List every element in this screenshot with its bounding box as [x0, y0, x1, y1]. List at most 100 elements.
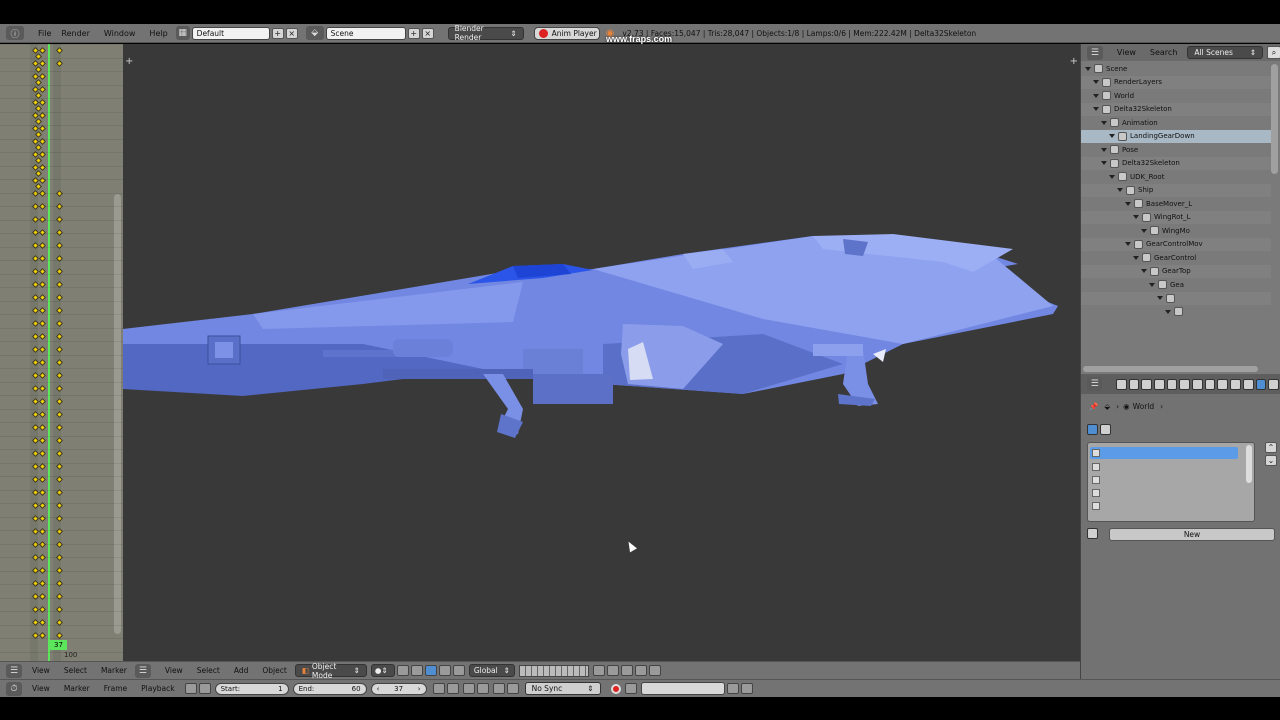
outliner-search-menu[interactable]: Search — [1150, 48, 1177, 57]
properties-editor[interactable]: ☰ 📌 ⬙ › ◉ World › ⌃ ⌄ New — [1080, 374, 1280, 697]
keying-set-field[interactable] — [641, 682, 725, 695]
keyframe-marker[interactable] — [39, 593, 46, 600]
expand-toggle-icon[interactable] — [1133, 256, 1139, 260]
texture-tab-icon[interactable] — [1256, 379, 1267, 390]
outliner-row[interactable]: Scene — [1081, 62, 1271, 76]
keyframe-marker[interactable] — [39, 411, 46, 418]
keyframe-marker[interactable] — [39, 73, 46, 80]
outliner-row[interactable]: GearControlMov — [1081, 238, 1271, 252]
keyframe-marker[interactable] — [39, 307, 46, 314]
outliner-scrollbar[interactable] — [1271, 64, 1278, 174]
bone-constraint-tab-icon[interactable] — [1230, 379, 1241, 390]
keyframe-marker[interactable] — [39, 463, 46, 470]
texture-browse-icon[interactable] — [1087, 528, 1098, 539]
keying-set-icon[interactable] — [625, 683, 637, 694]
keyframe-marker[interactable] — [39, 437, 46, 444]
view3d-add-menu[interactable]: Add — [234, 666, 249, 675]
prev-key-icon[interactable] — [447, 683, 459, 694]
keyframe-marker[interactable] — [39, 450, 46, 457]
outliner-row[interactable]: GearControl — [1081, 251, 1271, 265]
add-scene-button[interactable]: + — [408, 28, 420, 39]
remove-layout-button[interactable]: × — [286, 28, 298, 39]
keyframe-marker[interactable] — [39, 476, 46, 483]
autokey-record-icon[interactable] — [611, 684, 621, 694]
menu-window[interactable]: Window — [104, 29, 136, 38]
move-down-button[interactable]: ⌄ — [1265, 455, 1277, 466]
end-frame-field[interactable]: End: 60 — [293, 683, 367, 695]
outliner-row[interactable]: LandingGearDown — [1081, 130, 1271, 144]
outliner-row[interactable]: WingRot_L — [1081, 211, 1271, 225]
dopesheet-view-menu[interactable]: View — [32, 666, 50, 675]
current-frame-field[interactable]: ‹ 37 › — [371, 683, 427, 695]
material-tab-icon[interactable] — [1243, 379, 1254, 390]
view3d-object-menu[interactable]: Object — [262, 666, 286, 675]
expand-toggle-icon[interactable] — [1165, 310, 1171, 314]
outliner-row[interactable]: Pose — [1081, 143, 1271, 157]
snap-icon[interactable] — [621, 665, 633, 676]
proportional-edit-icon[interactable] — [607, 665, 619, 676]
particles-tab-icon[interactable] — [1268, 379, 1279, 390]
scale-icon[interactable] — [453, 665, 465, 676]
expand-toggle-icon[interactable] — [1109, 134, 1115, 138]
world-texture-context-icon[interactable] — [1087, 424, 1098, 435]
layout-field[interactable]: Default — [192, 27, 270, 40]
render-layers-tab-icon[interactable] — [1129, 379, 1140, 390]
outliner-row[interactable]: Delta32Skeleton — [1081, 103, 1271, 117]
expand-toggle-icon[interactable] — [1093, 107, 1099, 111]
outliner-row[interactable]: Gea — [1081, 278, 1271, 292]
preview-range-icon[interactable] — [185, 683, 197, 694]
outliner-row[interactable]: World — [1081, 89, 1271, 103]
insert-keyframe-icon[interactable] — [727, 683, 739, 694]
translate-icon[interactable] — [425, 665, 437, 676]
properties-editor-type-icon[interactable]: ☰ — [1087, 377, 1102, 391]
menu-render[interactable]: Render — [61, 29, 89, 38]
layer-buttons[interactable] — [519, 665, 589, 677]
expand-toggle-icon[interactable] — [1101, 148, 1107, 152]
keyframe-marker[interactable] — [39, 385, 46, 392]
move-up-button[interactable]: ⌃ — [1265, 442, 1277, 453]
outliner-display-select[interactable]: All Scenes ⇕ — [1187, 46, 1263, 59]
keyframe-marker[interactable] — [39, 112, 46, 119]
expand-toggle-icon[interactable] — [1085, 67, 1091, 71]
bone-tab-icon[interactable] — [1217, 379, 1228, 390]
keyframe-marker[interactable] — [39, 424, 46, 431]
lock-icon[interactable] — [199, 683, 211, 694]
next-key-icon[interactable] — [493, 683, 505, 694]
outliner-row[interactable]: UDK_Root — [1081, 170, 1271, 184]
view3d-view-menu[interactable]: View — [165, 666, 183, 675]
modifiers-tab-icon[interactable] — [1192, 379, 1203, 390]
keyframe-marker[interactable] — [39, 398, 46, 405]
remove-scene-button[interactable]: × — [422, 28, 434, 39]
expand-toggle-icon[interactable] — [1093, 94, 1099, 98]
render-engine-select[interactable]: Blender Render ⇕ — [448, 27, 524, 40]
texture-slot-list[interactable] — [1087, 442, 1255, 522]
jump-end-icon[interactable] — [507, 683, 519, 694]
outliner-search-icon[interactable]: ⌕ — [1267, 46, 1280, 59]
outliner-row[interactable] — [1081, 305, 1271, 319]
keyframe-marker[interactable] — [39, 359, 46, 366]
expand-toggle-icon[interactable] — [1101, 161, 1107, 165]
play-reverse-icon[interactable] — [463, 683, 475, 694]
timeline-marker-menu[interactable]: Marker — [64, 684, 90, 693]
constraints-tab-icon[interactable] — [1179, 379, 1190, 390]
pivot-icon[interactable] — [397, 665, 409, 676]
keyframe-marker[interactable] — [39, 372, 46, 379]
lock-layer-icon[interactable] — [593, 665, 605, 676]
rotate-icon[interactable] — [439, 665, 451, 676]
pin-icon[interactable]: 📌 — [1089, 402, 1098, 411]
outliner-row[interactable]: Delta32Skeleton — [1081, 157, 1271, 171]
keyframe-marker[interactable] — [39, 541, 46, 548]
outliner-editor-type-icon[interactable]: ☰ — [1087, 46, 1103, 60]
outliner-row[interactable]: GearTop — [1081, 265, 1271, 279]
outliner-h-scrollbar[interactable] — [1083, 366, 1258, 372]
3d-viewport[interactable]: + + — [123, 44, 1080, 661]
other-texture-context-icon[interactable] — [1100, 424, 1111, 435]
object-tab-icon[interactable] — [1167, 379, 1178, 390]
keyframe-marker[interactable] — [39, 346, 46, 353]
render-tab-icon[interactable] — [1116, 379, 1127, 390]
expand-toggle-icon[interactable] — [1117, 188, 1123, 192]
keyframe-marker[interactable] — [39, 333, 46, 340]
expand-toggle-icon[interactable] — [1093, 80, 1099, 84]
shading-select[interactable]: ●⇕ — [371, 664, 395, 677]
dopesheet-editor[interactable]: 37 100 — [0, 44, 123, 661]
